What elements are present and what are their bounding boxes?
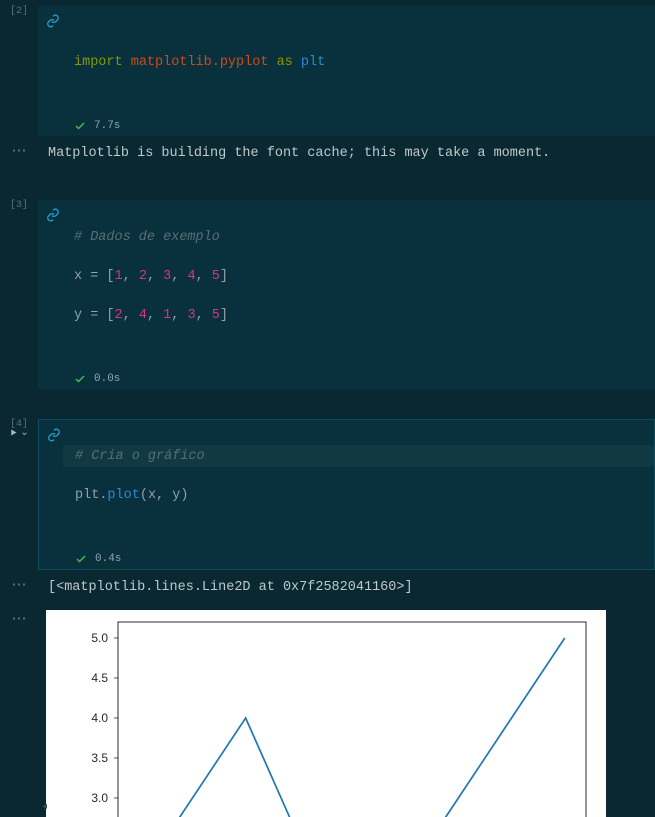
cell-2-gutter: [3]: [0, 200, 38, 217]
cell-1-gutter: [2]: [0, 6, 38, 23]
cell-1-output: Matplotlib is building the font cache; t…: [38, 138, 655, 170]
svg-text:3.5: 3.5: [91, 751, 108, 765]
output-gutter[interactable]: ⋯: [0, 572, 38, 593]
svg-text:4.0: 4.0: [91, 711, 108, 725]
svg-text:3.0: 3.0: [91, 791, 108, 805]
code-line[interactable]: # Cria o gráfico: [63, 445, 654, 467]
code-line[interactable]: # Dados de exemplo: [74, 228, 643, 248]
cell-2-code[interactable]: # Dados de exemplo x = [1, 2, 3, 4, 5] y…: [38, 200, 655, 389]
code-line[interactable]: y = [2, 4, 1, 3, 5]: [74, 306, 643, 326]
exec-count-3: [4]: [10, 419, 28, 430]
cell-3-status: 0.4s: [75, 553, 642, 565]
exec-count-1: [2]: [10, 6, 28, 17]
cell-1-code[interactable]: import matplotlib.pyplot as plt 7.7s: [38, 6, 655, 136]
check-icon: [75, 553, 87, 565]
cell-2-status: 0.0s: [74, 373, 643, 385]
check-icon: [74, 120, 86, 132]
ellipsis-icon[interactable]: ⋯: [12, 578, 27, 593]
output-gutter[interactable]: ⋯: [0, 606, 38, 627]
link-icon[interactable]: [46, 14, 60, 32]
link-icon[interactable]: [47, 428, 61, 446]
code-line[interactable]: x = [1, 2, 3, 4, 5]: [74, 267, 643, 287]
check-icon: [74, 373, 86, 385]
notebook: [2] import matplotlib.pyplot as plt 7.7s: [0, 0, 655, 817]
code-line[interactable]: plt.plot(x, y): [75, 486, 642, 506]
exec-duration: 0.4s: [95, 553, 121, 565]
cell-3-code[interactable]: # Cria o gráfico plt.plot(x, y) 0.4s: [38, 419, 655, 570]
cell-3-output: [<matplotlib.lines.Line2D at 0x7f2582041…: [38, 572, 655, 604]
output-gutter[interactable]: ⋯: [0, 138, 38, 159]
link-icon[interactable]: [46, 208, 60, 226]
cell-3-body-row: [4] # Cria o gráfico plt.plot(x, y) 0.4s: [0, 419, 655, 570]
cell-3-chart-row: ⋯ 1.01.52.02.53.03.54.04.55.01.01.52.02.…: [0, 606, 655, 817]
chart-output: 1.01.52.02.53.03.54.04.55.01.01.52.02.53…: [46, 610, 606, 817]
cell-1: [2] import matplotlib.pyplot as plt 7.7s: [0, 6, 655, 136]
cell-1-status: 7.7s: [74, 120, 643, 132]
cell-3-output-row: ⋯ [<matplotlib.lines.Line2D at 0x7f25820…: [0, 572, 655, 604]
cell-2: [3] # Dados de exemplo x = [1, 2, 3, 4, …: [0, 200, 655, 389]
cell-1-output-row: ⋯ Matplotlib is building the font cache;…: [0, 138, 655, 170]
svg-text:4.5: 4.5: [91, 671, 108, 685]
exec-duration: 7.7s: [94, 120, 120, 132]
exec-count-2: [3]: [10, 200, 28, 211]
ellipsis-icon[interactable]: ⋯: [12, 612, 27, 627]
collapse-caret-icon[interactable]: ◂: [42, 801, 47, 813]
svg-text:5.0: 5.0: [91, 631, 108, 645]
ellipsis-icon[interactable]: ⋯: [12, 144, 27, 159]
line-chart: 1.01.52.02.53.03.54.04.55.01.01.52.02.53…: [46, 610, 606, 817]
code-line[interactable]: import matplotlib.pyplot as plt: [74, 53, 643, 73]
cell-3-gutter: [4]: [0, 419, 38, 436]
exec-duration: 0.0s: [94, 373, 120, 385]
